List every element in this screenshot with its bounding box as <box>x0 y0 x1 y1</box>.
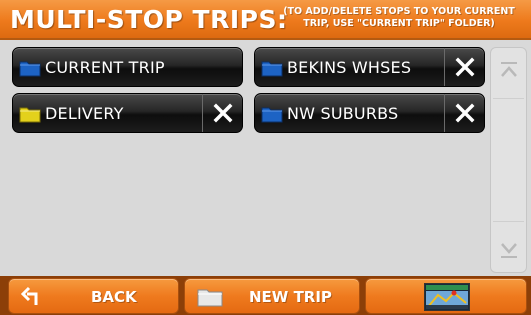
bottom-bar: BACK NEW TRIP <box>0 276 531 315</box>
back-arrow-icon <box>21 286 38 305</box>
trip-label: CURRENT TRIP <box>45 58 165 77</box>
trip-current-trip-button[interactable]: CURRENT TRIP <box>12 47 243 87</box>
header-bar: MULTI-STOP TRIPS: (TO ADD/DELETE STOPS T… <box>0 0 531 40</box>
map-button[interactable] <box>365 278 527 314</box>
header-hint-line-2: TRIP, USE "CURRENT TRIP" FOLDER) <box>303 18 495 29</box>
scroll-up-icon[interactable] <box>499 60 519 80</box>
trip-nw-suburbs-button[interactable]: NW SUBURBS <box>254 93 485 133</box>
page-title: MULTI-STOP TRIPS: <box>10 5 288 34</box>
header-hint: (TO ADD/DELETE STOPS TO YOUR CURRENT TRI… <box>269 6 529 30</box>
multi-stop-trips-screen: MULTI-STOP TRIPS: (TO ADD/DELETE STOPS T… <box>0 0 531 315</box>
delete-trip-button[interactable] <box>202 94 242 132</box>
trip-label: NW SUBURBS <box>287 104 399 123</box>
folder-icon <box>19 107 41 123</box>
close-icon <box>455 103 475 123</box>
delete-trip-button[interactable] <box>444 94 484 132</box>
trip-delivery-button[interactable]: DELIVERY <box>12 93 243 133</box>
back-button[interactable]: BACK <box>8 278 179 314</box>
folder-icon <box>261 107 283 123</box>
scroll-track[interactable] <box>493 98 524 222</box>
close-icon <box>213 103 233 123</box>
new-trip-label: NEW TRIP <box>249 288 332 306</box>
close-icon <box>455 57 475 77</box>
folder-icon <box>261 61 283 77</box>
scroll-down-icon[interactable] <box>499 240 519 260</box>
folder-icon <box>19 61 41 77</box>
scrollbar[interactable] <box>490 47 527 273</box>
trip-bekins-whses-button[interactable]: BEKINS WHSES <box>254 47 485 87</box>
new-trip-button[interactable]: NEW TRIP <box>184 278 360 314</box>
header-hint-line-1: (TO ADD/DELETE STOPS TO YOUR CURRENT <box>283 6 515 17</box>
trip-label: DELIVERY <box>45 104 124 123</box>
back-label: BACK <box>91 288 137 306</box>
delete-trip-button[interactable] <box>444 48 484 86</box>
folder-icon <box>197 289 223 307</box>
map-thumbnail-icon <box>424 283 470 311</box>
trip-label: BEKINS WHSES <box>287 58 412 77</box>
